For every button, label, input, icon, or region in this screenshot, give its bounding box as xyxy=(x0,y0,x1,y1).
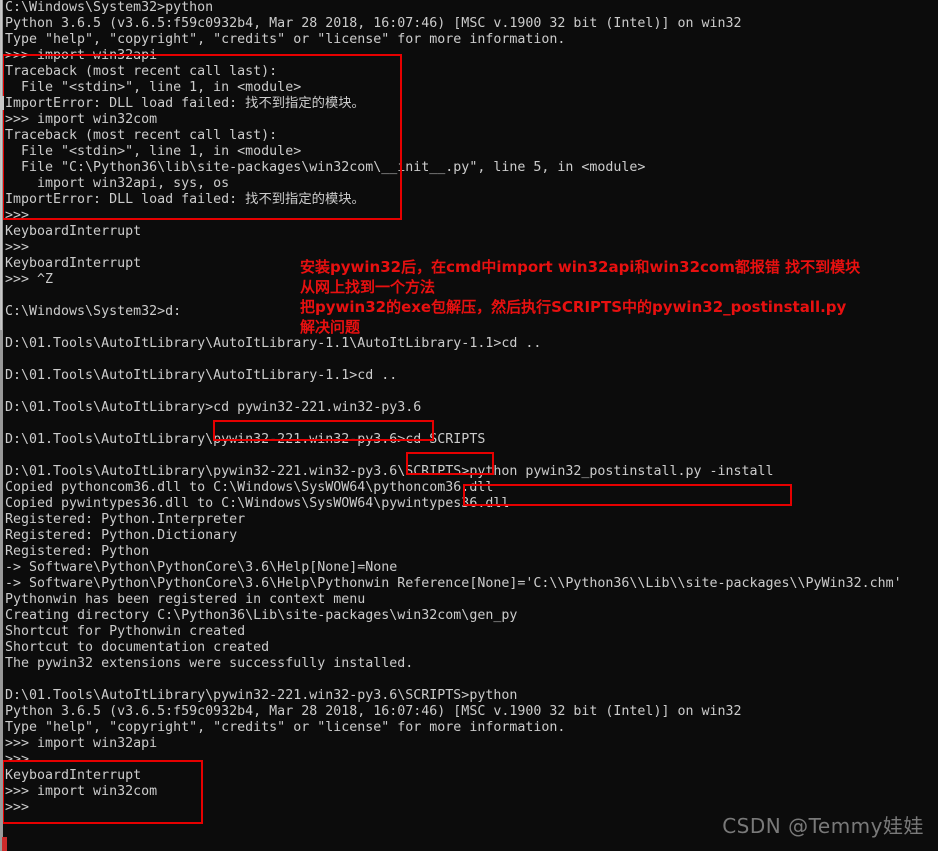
console-line: Creating directory C:\Python36\Lib\site-… xyxy=(5,608,518,623)
console-line: >>> import win32api xyxy=(5,48,158,63)
console-line: Python 3.6.5 (v3.6.5:f59c0932b4, Mar 28 … xyxy=(5,16,742,31)
console-line: KeyboardInterrupt xyxy=(5,768,142,783)
console-line: >>> import win32api xyxy=(5,736,158,751)
console-line: Registered: Python xyxy=(5,544,150,559)
console-line: C:\Windows\System32>python xyxy=(5,0,214,15)
left-edge-marker xyxy=(0,96,4,110)
console-line: File "C:\Python36\lib\site-packages\win3… xyxy=(5,160,646,175)
console-line: >>> import win32com xyxy=(5,112,158,127)
console-line: Shortcut to documentation created xyxy=(5,640,270,655)
csdn-watermark: CSDN @Temmy娃娃 xyxy=(722,814,924,838)
console-line: >>> xyxy=(5,208,30,223)
console-line: ImportError: DLL load failed: 找不到指定的模块。 xyxy=(5,96,365,111)
annotation-line: 从网上找到一个方法 xyxy=(300,278,436,296)
console-line: D:\01.Tools\AutoItLibrary>cd pywin32-221… xyxy=(5,400,422,415)
console-line: import win32api, sys, os xyxy=(5,176,230,191)
console-line: D:\01.Tools\AutoItLibrary\pywin32-221.wi… xyxy=(5,688,518,703)
console-line: D:\01.Tools\AutoItLibrary\pywin32-221.wi… xyxy=(5,464,774,479)
console-output[interactable]: C:\Windows\System32>python Python 3.6.5 (… xyxy=(5,0,938,816)
chinese-annotation-note: 安装pywin32后，在cmd中import win32api和win32com… xyxy=(300,257,860,337)
console-line: Pythonwin has been registered in context… xyxy=(5,592,366,607)
console-line: >>> xyxy=(5,752,30,767)
console-line: Copied pywintypes36.dll to C:\Windows\Sy… xyxy=(5,496,510,511)
console-line: Python 3.6.5 (v3.6.5:f59c0932b4, Mar 28 … xyxy=(5,704,742,719)
console-line: File "<stdin>", line 1, in <module> xyxy=(5,80,302,95)
console-line: -> Software\Python\PythonCore\3.6\Help[N… xyxy=(5,560,398,575)
console-line: Type "help", "copyright", "credits" or "… xyxy=(5,720,566,735)
window-left-border-lower xyxy=(0,330,2,851)
console-line: Shortcut for Pythonwin created xyxy=(5,624,246,639)
console-line: -> Software\Python\PythonCore\3.6\Help\P… xyxy=(5,576,902,591)
console-line: Copied pythoncom36.dll to C:\Windows\Sys… xyxy=(5,480,494,495)
annotation-line: 安装pywin32后，在cmd中import win32api和win32com… xyxy=(300,258,861,276)
console-line: Traceback (most recent call last): xyxy=(5,64,278,79)
console-line: D:\01.Tools\AutoItLibrary\AutoItLibrary-… xyxy=(5,368,398,383)
console-line: File "<stdin>", line 1, in <module> xyxy=(5,144,302,159)
command-prompt-window[interactable]: C:\Windows\System32>python Python 3.6.5 (… xyxy=(0,0,938,851)
console-line: ImportError: DLL load failed: 找不到指定的模块。 xyxy=(5,192,365,207)
console-line: Registered: Python.Dictionary xyxy=(5,528,238,543)
console-line: >>> xyxy=(5,240,30,255)
console-line: Type "help", "copyright", "credits" or "… xyxy=(5,32,566,47)
console-line: >>> import win32com xyxy=(5,784,158,799)
annotation-line: 解决问题 xyxy=(300,318,361,336)
console-line: D:\01.Tools\AutoItLibrary\AutoItLibrary-… xyxy=(5,336,542,351)
console-line: KeyboardInterrupt xyxy=(5,224,142,239)
annotation-line: 把pywin32的exe包解压，然后执行SCRIPTS中的pywin32_pos… xyxy=(300,298,847,316)
console-line: Registered: Python.Interpreter xyxy=(5,512,246,527)
console-line: Traceback (most recent call last): xyxy=(5,128,278,143)
console-line: The pywin32 extensions were successfully… xyxy=(5,656,414,671)
console-line: D:\01.Tools\AutoItLibrary\pywin32-221.wi… xyxy=(5,432,486,447)
bottom-left-red-tick xyxy=(2,837,7,851)
